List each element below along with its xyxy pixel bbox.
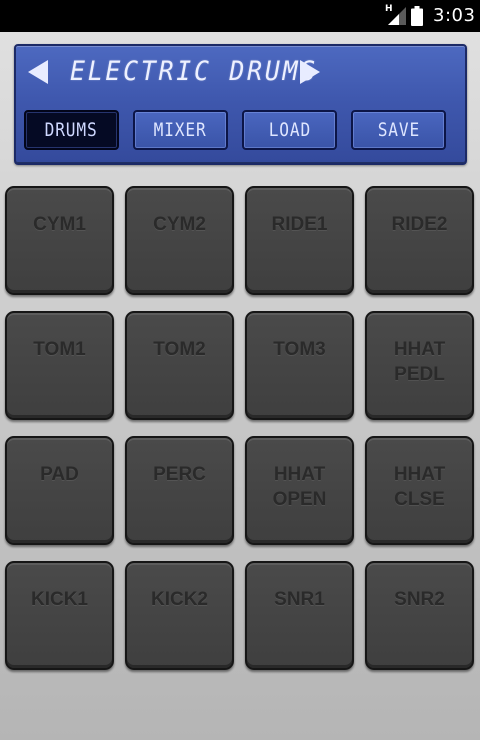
pad-pad[interactable]: PAD [5,436,114,545]
kit-name-display: ELECTRIC DRUMS [70,56,319,87]
pad-ride2[interactable]: RIDE2 [365,186,474,295]
pad-label: PAD [40,464,79,485]
tab-save-label: SAVE [377,119,420,141]
pad-label: HHAT OPEN [272,464,327,510]
pad-label: CYM1 [33,214,86,235]
pad-label: SNR1 [274,589,325,610]
kit-panel: ELECTRIC DRUMS DRUMS MIXER LOAD SAVE [14,44,467,165]
tab-drums[interactable]: DRUMS [24,110,119,150]
pad-cym2[interactable]: CYM2 [125,186,234,295]
pad-hhat-clse[interactable]: HHAT CLSE [365,436,474,545]
pad-label: SNR2 [394,589,445,610]
pad-label: KICK1 [30,589,88,610]
pad-cym1[interactable]: CYM1 [5,186,114,295]
pad-ride1[interactable]: RIDE1 [245,186,354,295]
signal-icon [388,7,406,25]
pad-label: TOM1 [33,339,86,360]
tab-save[interactable]: SAVE [351,110,446,150]
pad-label: KICK2 [150,589,208,610]
tab-load[interactable]: LOAD [242,110,337,150]
pad-tom1[interactable]: TOM1 [5,311,114,420]
pad-label: HHAT PEDL [393,339,446,385]
pad-label: CYM2 [153,214,206,235]
clock: 3:03 [433,5,476,26]
pad-label: RIDE2 [391,214,448,235]
status-bar: H 3:03 [0,0,480,32]
pad-tom3[interactable]: TOM3 [245,311,354,420]
tab-load-label: LOAD [268,119,311,141]
pad-label: PERC [153,464,206,485]
pad-label: HHAT CLSE [393,464,446,510]
pad-tom2[interactable]: TOM2 [125,311,234,420]
pad-label: TOM3 [273,339,326,360]
pad-kick2[interactable]: KICK2 [125,561,234,670]
tab-drums-label: DRUMS [45,119,98,141]
tab-mixer-label: MIXER [154,119,207,141]
right-arrow-icon[interactable] [298,58,322,86]
tab-mixer[interactable]: MIXER [133,110,228,150]
pad-perc[interactable]: PERC [125,436,234,545]
pad-label: RIDE1 [271,214,328,235]
pad-snr1[interactable]: SNR1 [245,561,354,670]
pad-hhat-open[interactable]: HHAT OPEN [245,436,354,545]
battery-icon [411,6,423,26]
pad-snr2[interactable]: SNR2 [365,561,474,670]
pad-label: TOM2 [153,339,206,360]
left-arrow-icon[interactable] [26,58,50,86]
pad-kick1[interactable]: KICK1 [5,561,114,670]
pad-hhat-pedl[interactable]: HHAT PEDL [365,311,474,420]
